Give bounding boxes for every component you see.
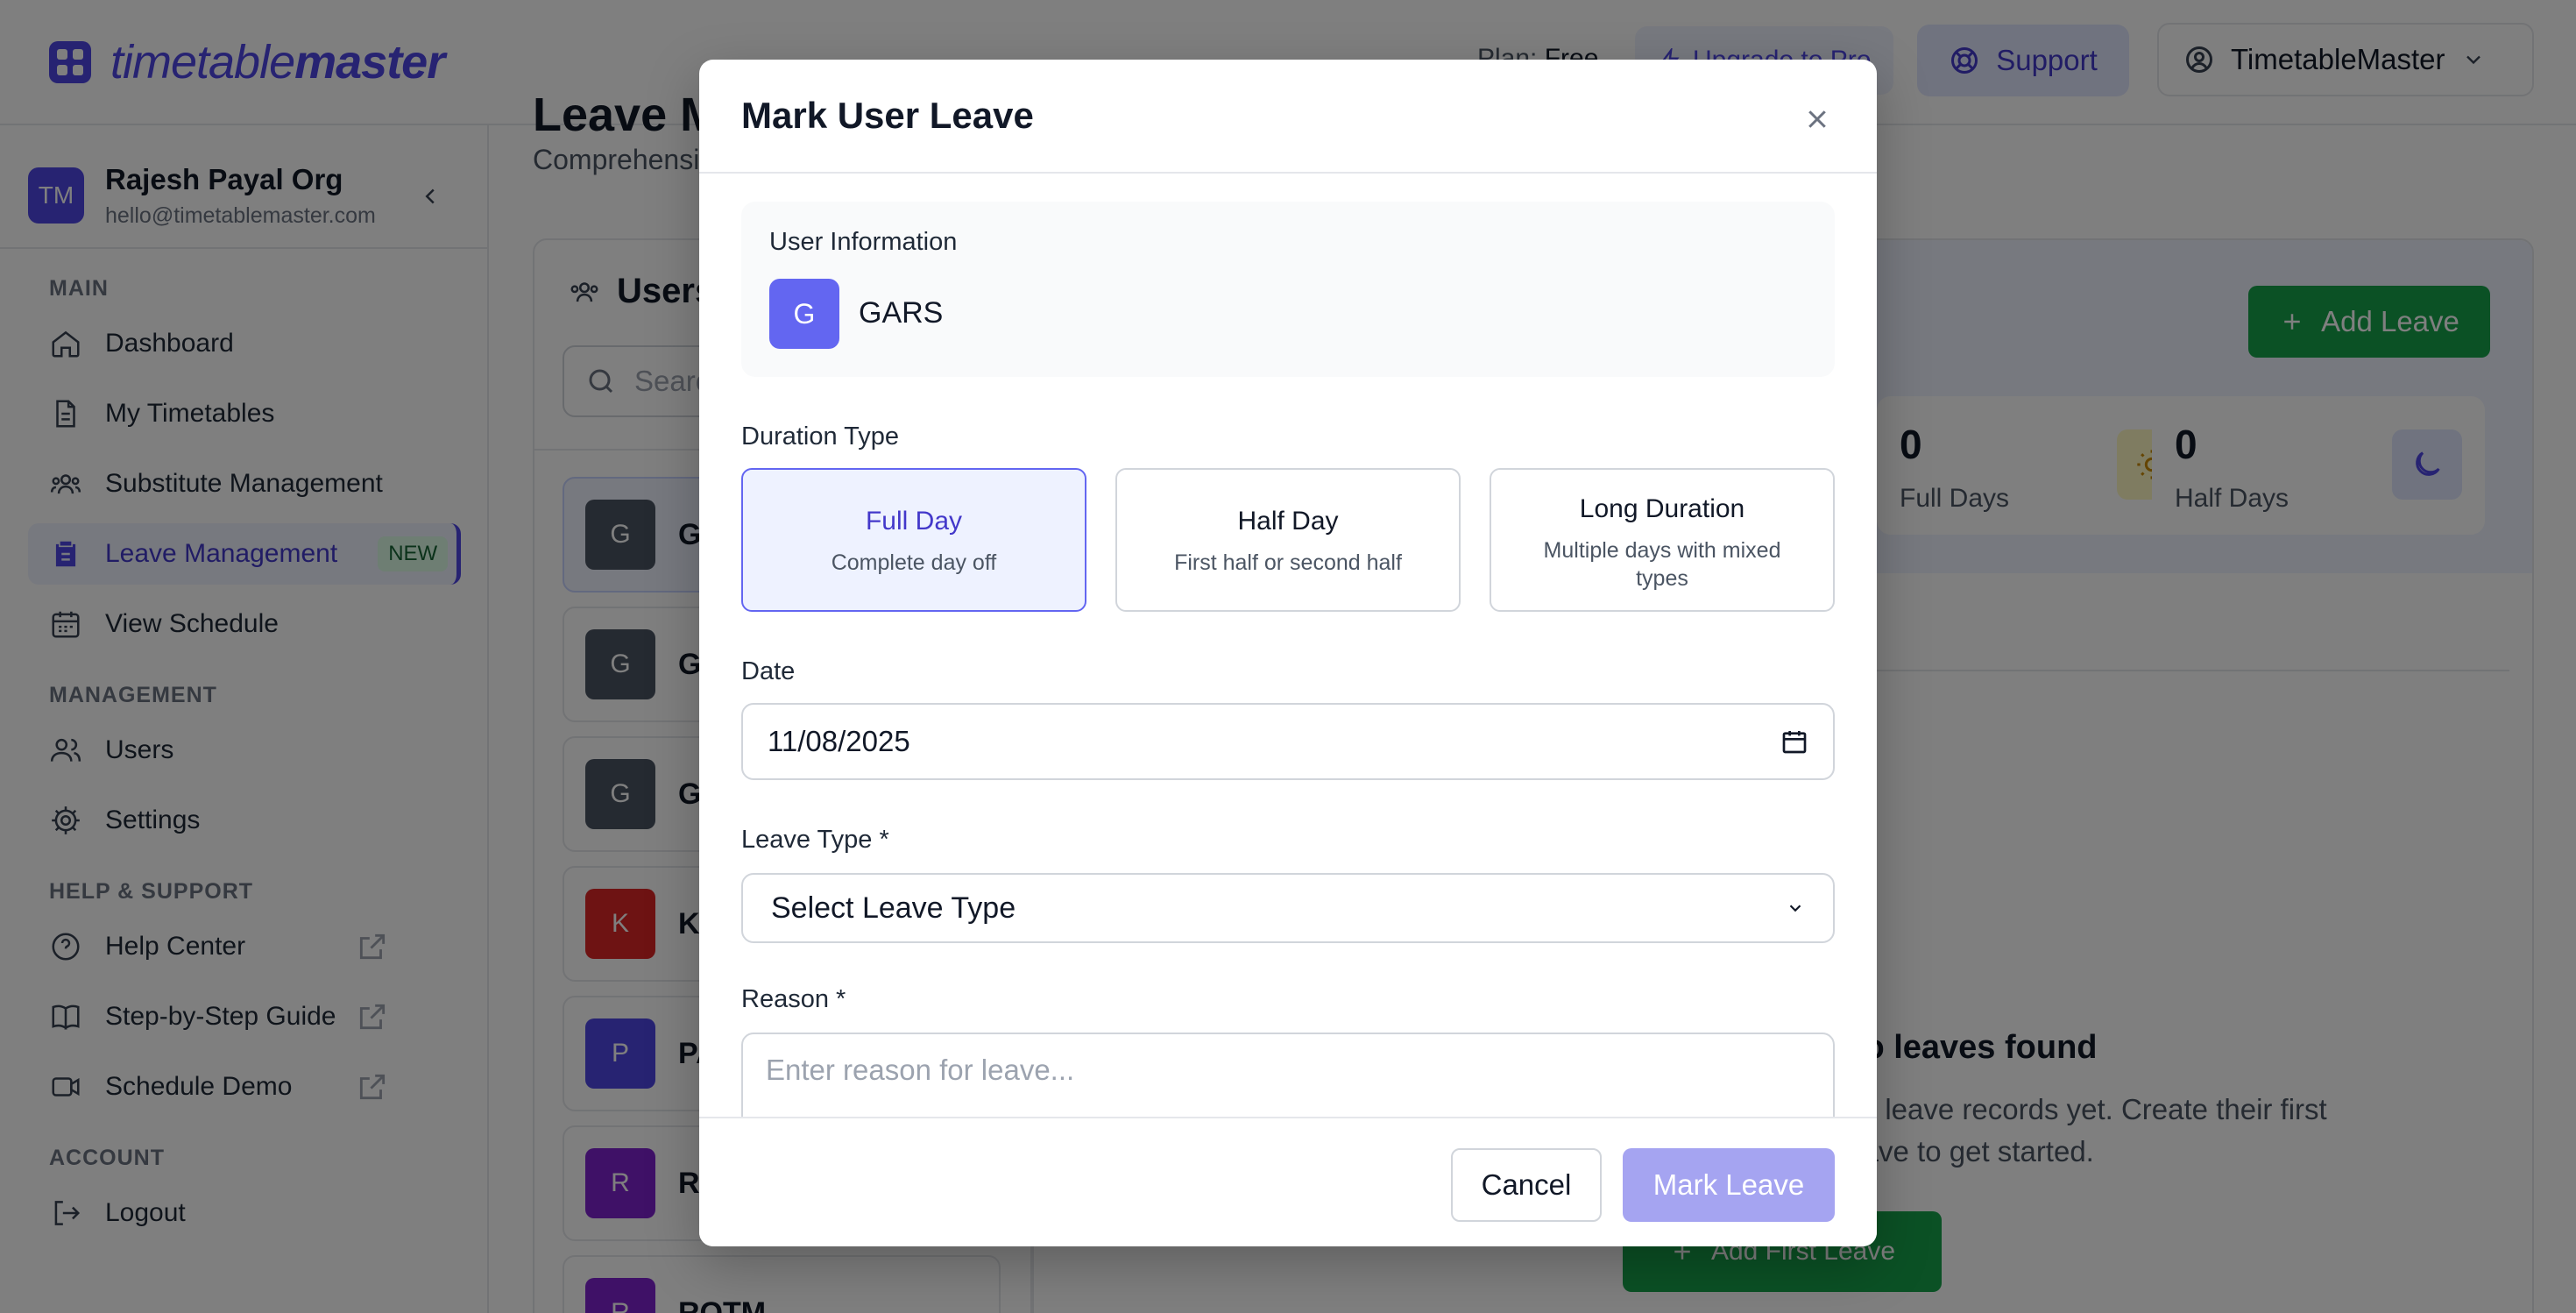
duration-type-label: Duration Type — [741, 422, 900, 451]
duration-option-half-day[interactable]: Half Day First half or second half — [1115, 468, 1461, 612]
leave-type-select[interactable]: Select Leave Type — [741, 873, 1835, 943]
duration-option-full-day[interactable]: Full Day Complete day off — [741, 468, 1086, 612]
modal-footer: Cancel Mark Leave — [699, 1117, 1877, 1246]
close-icon — [1808, 110, 1826, 128]
date-label: Date — [741, 657, 796, 685]
divider — [699, 172, 1877, 174]
chevron-down-icon — [1789, 905, 1801, 912]
close-button[interactable] — [1800, 102, 1835, 137]
date-input[interactable]: 11/08/2025 — [741, 703, 1835, 780]
user-information-card: User Information G GARS — [741, 202, 1835, 377]
calendar-icon[interactable] — [1780, 727, 1808, 756]
reason-label: Reason * — [741, 985, 846, 1013]
selected-user-name: GARS — [859, 296, 944, 330]
cancel-button[interactable]: Cancel — [1451, 1148, 1602, 1222]
mark-leave-modal: Mark User Leave User Information G GARS … — [699, 60, 1877, 1246]
leave-type-label: Leave Type * — [741, 826, 889, 854]
duration-option-long-duration[interactable]: Long Duration Multiple days with mixed t… — [1490, 468, 1835, 612]
mark-leave-button[interactable]: Mark Leave — [1623, 1148, 1835, 1222]
avatar: G — [769, 279, 839, 349]
modal-title: Mark User Leave — [741, 95, 1034, 136]
